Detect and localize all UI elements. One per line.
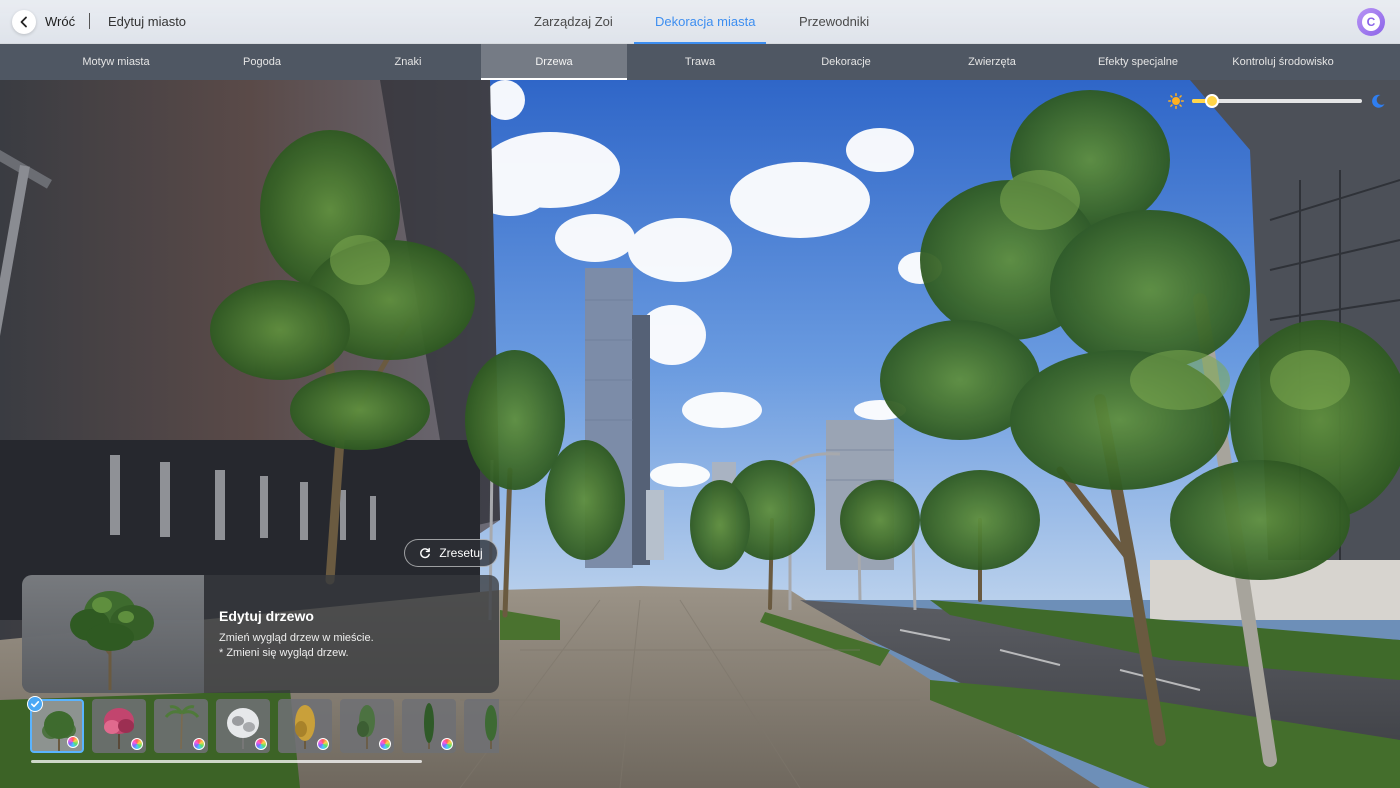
- page-title: Edytuj miasto: [108, 14, 187, 29]
- divider: [89, 13, 90, 29]
- tab-manage-zoi[interactable]: Zarządzaj Zoi: [534, 14, 613, 29]
- subtab-environment-control[interactable]: Kontroluj środowisko: [1210, 44, 1356, 80]
- tree-option-pink-blossom[interactable]: [92, 699, 146, 753]
- subtab-signs[interactable]: Znaki: [335, 44, 481, 80]
- color-picker-icon[interactable]: [193, 738, 205, 750]
- back-button[interactable]: [12, 10, 36, 34]
- subtab-special-effects[interactable]: Efekty specjalne: [1065, 44, 1211, 80]
- subtab-weather[interactable]: Pogoda: [189, 44, 335, 80]
- tree-icon: [485, 705, 497, 749]
- reset-button[interactable]: Zresetuj: [404, 539, 498, 567]
- refresh-icon: [420, 547, 431, 559]
- panel-description: Zmień wygląd drzew w mieście.: [219, 632, 374, 644]
- tree-preview-image: [22, 575, 204, 693]
- color-picker-icon[interactable]: [131, 738, 143, 750]
- subtab-trees[interactable]: Drzewa: [481, 44, 627, 80]
- color-picker-icon[interactable]: [379, 738, 391, 750]
- selected-check-icon: [27, 696, 43, 712]
- panel-note: * Zmieni się wygląd drzew.: [219, 647, 349, 659]
- time-slider-track[interactable]: [1192, 94, 1362, 108]
- back-label[interactable]: Wróć: [45, 14, 75, 29]
- time-of-day-slider[interactable]: [1164, 90, 1390, 112]
- tree-option-palm[interactable]: [154, 699, 208, 753]
- moon-icon: [1372, 94, 1385, 108]
- color-picker-icon[interactable]: [255, 738, 267, 750]
- avatar[interactable]: C: [1357, 8, 1385, 36]
- edit-tree-panel: Edytuj drzewo Zmień wygląd drzew w mieśc…: [22, 575, 499, 693]
- tab-city-decoration[interactable]: Dekoracja miasta: [655, 14, 755, 29]
- chevron-left-icon: [20, 16, 27, 28]
- tree-option-tall[interactable]: [464, 699, 499, 753]
- color-picker-icon[interactable]: [67, 736, 79, 748]
- panel-title: Edytuj drzewo: [219, 608, 314, 624]
- top-navigation-bar: Wróć Edytuj miasto Zarządzaj Zoi Dekorac…: [0, 0, 1400, 44]
- subtab-city-theme[interactable]: Motyw miasta: [43, 44, 189, 80]
- color-picker-icon[interactable]: [441, 738, 453, 750]
- avatar-letter: C: [1362, 13, 1380, 31]
- tree-option-slender[interactable]: [340, 699, 394, 753]
- tree-option-yellow-autumn[interactable]: [278, 699, 332, 753]
- tree-option-white-frost[interactable]: [216, 699, 270, 753]
- subtab-grass[interactable]: Trawa: [627, 44, 773, 80]
- sun-icon: [1168, 93, 1184, 109]
- tree-preview-icon: [70, 591, 154, 690]
- subtab-animals[interactable]: Zwierzęta: [919, 44, 1065, 80]
- reset-label: Zresetuj: [439, 546, 483, 560]
- tree-options-strip[interactable]: [30, 699, 499, 755]
- time-slider-thumb[interactable]: [1205, 94, 1220, 108]
- tree-option-cypress[interactable]: [402, 699, 456, 753]
- subtab-decorations[interactable]: Dekoracje: [773, 44, 919, 80]
- tree-strip-scrollbar[interactable]: [31, 760, 422, 763]
- category-tab-bar: Motyw miasta Pogoda Znaki Drzewa Trawa D…: [0, 44, 1400, 80]
- tab-guides[interactable]: Przewodniki: [799, 14, 869, 29]
- color-picker-icon[interactable]: [317, 738, 329, 750]
